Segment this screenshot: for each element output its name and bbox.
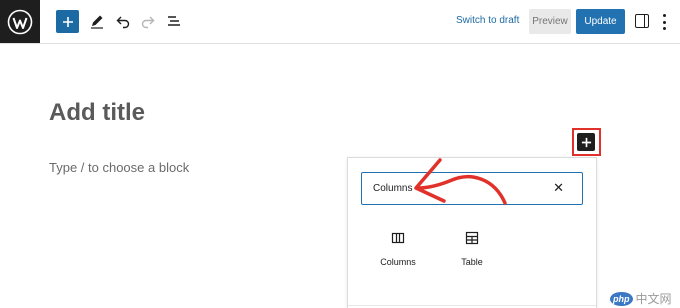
popover-divider bbox=[348, 305, 596, 306]
pencil-icon[interactable] bbox=[86, 10, 108, 32]
block-inserter-popover: Columns ✕ Columns Table bbox=[347, 157, 597, 308]
plus-icon bbox=[62, 16, 73, 27]
search-value: Columns bbox=[373, 183, 413, 194]
editor-toolbar: Switch to draft Preview Update bbox=[0, 0, 680, 44]
undo-icon[interactable] bbox=[112, 10, 134, 32]
sidebar-settings-icon[interactable] bbox=[635, 14, 649, 28]
list-view-icon[interactable] bbox=[163, 10, 185, 32]
preview-button[interactable]: Preview bbox=[529, 9, 571, 34]
block-result-columns[interactable]: Columns bbox=[363, 231, 433, 267]
watermark: php 中文网 bbox=[610, 290, 672, 307]
watermark-text: 中文网 bbox=[635, 292, 672, 306]
inline-add-block-button[interactable] bbox=[577, 133, 595, 151]
wordpress-logo-icon[interactable] bbox=[0, 0, 40, 43]
switch-to-draft-link[interactable]: Switch to draft bbox=[456, 15, 519, 26]
more-vertical-icon[interactable] bbox=[662, 14, 666, 30]
plus-icon bbox=[581, 137, 591, 147]
block-search-input[interactable]: Columns ✕ bbox=[361, 172, 583, 205]
block-result-label: Columns bbox=[380, 257, 416, 267]
block-result-label: Table bbox=[461, 257, 483, 267]
columns-icon bbox=[391, 232, 405, 244]
block-placeholder[interactable]: Type / to choose a block bbox=[49, 160, 189, 175]
watermark-badge: php bbox=[610, 291, 633, 306]
update-button[interactable]: Update bbox=[576, 9, 625, 34]
close-icon[interactable]: ✕ bbox=[553, 180, 564, 196]
post-title[interactable]: Add title bbox=[49, 99, 145, 127]
table-icon bbox=[465, 231, 479, 245]
block-result-table[interactable]: Table bbox=[437, 231, 507, 267]
add-block-button[interactable] bbox=[56, 10, 79, 33]
redo-icon[interactable] bbox=[137, 10, 159, 32]
